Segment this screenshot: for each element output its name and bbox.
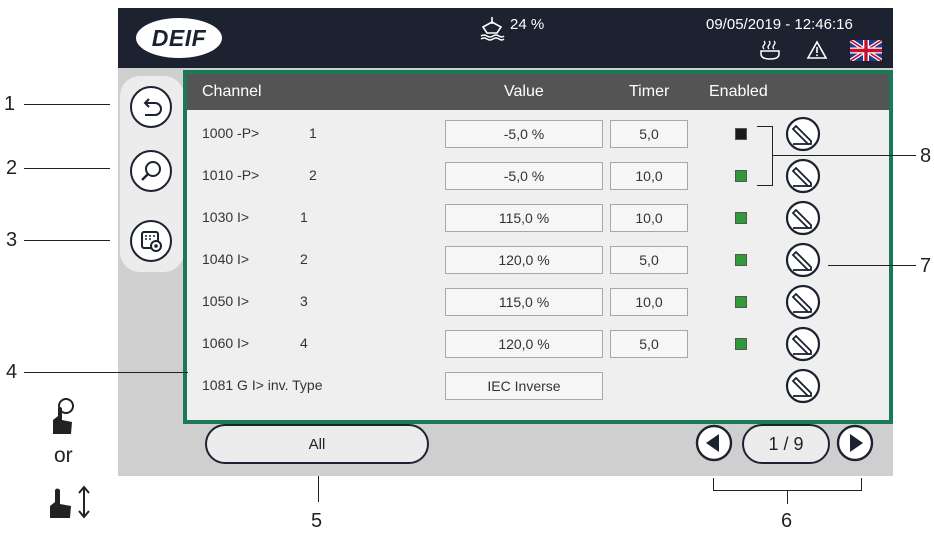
back-arrow-icon [143, 98, 162, 116]
table-row: 1000 -P> 1 -5,0 % 5,0 [187, 114, 889, 154]
channel-name: 1060 I> [202, 335, 250, 351]
edit-pencil-icon[interactable] [785, 116, 821, 152]
callout-line-4 [24, 372, 188, 373]
enabled-indicator-on [735, 338, 747, 350]
value-field[interactable]: IEC Inverse [445, 372, 603, 400]
callout-line-1 [24, 104, 110, 105]
callout-line-2 [24, 168, 110, 169]
channel-name: 1040 I> [202, 251, 250, 267]
timer-field[interactable]: 10,0 [610, 288, 688, 316]
callout-bracket-8-top [757, 126, 773, 127]
value-field[interactable]: 120,0 % [445, 330, 603, 358]
table-header: Channel Value Timer Enabled [187, 74, 889, 110]
channel-name: 1050 I> [202, 293, 250, 309]
page-indicator: 1 / 9 [742, 424, 830, 464]
value-field[interactable]: -5,0 % [445, 120, 603, 148]
callout-5: 5 [311, 510, 323, 532]
table-row: 1050 I> 3 115,0 % 10,0 [187, 282, 889, 322]
callout-2: 2 [6, 157, 18, 179]
value-field[interactable]: -5,0 % [445, 162, 603, 190]
channel-index: 3 [300, 293, 308, 309]
channel-index: 4 [300, 335, 308, 351]
channel-name: 1000 -P> [202, 125, 260, 141]
callout-bracket-8-bottom [757, 185, 773, 186]
uk-flag-icon[interactable] [850, 40, 882, 61]
callout-bracket-6-right [861, 478, 862, 490]
callout-line-5 [318, 476, 319, 502]
channel-name: 1081 G I> inv. Type [202, 377, 323, 393]
edit-pencil-icon[interactable] [785, 158, 821, 194]
value-field[interactable]: 120,0 % [445, 246, 603, 274]
settings-button[interactable] [130, 220, 172, 262]
callout-bracket-6-left [713, 478, 714, 490]
timer-field[interactable]: 10,0 [610, 204, 688, 232]
timer-field[interactable]: 10,0 [610, 162, 688, 190]
channel-name: 1030 I> [202, 209, 250, 225]
table-row: 1040 I> 2 120,0 % 5,0 [187, 240, 889, 280]
header-timer: Timer [629, 83, 670, 100]
table-row: 1030 I> 1 115,0 % 10,0 [187, 198, 889, 238]
enabled-indicator-off [735, 128, 747, 140]
table-row: 1010 -P> 2 -5,0 % 10,0 [187, 156, 889, 196]
edit-pencil-icon[interactable] [785, 242, 821, 278]
callout-bracket-8-side [772, 126, 773, 186]
table-row: 1060 I> 4 120,0 % 5,0 [187, 324, 889, 364]
settings-gear-icon [141, 231, 162, 252]
fuel-level-value: 24 % [510, 16, 545, 33]
heater-icon [760, 40, 780, 60]
table-row: 1081 G I> inv. Type IEC Inverse [187, 366, 889, 406]
channel-index: 1 [309, 125, 317, 141]
edit-pencil-icon[interactable] [785, 368, 821, 404]
header-value: Value [504, 83, 544, 100]
sidebar [120, 76, 184, 272]
enabled-indicator-on [735, 296, 747, 308]
magnifier-icon [141, 161, 161, 181]
timer-field[interactable]: 5,0 [610, 330, 688, 358]
callout-7: 7 [920, 255, 932, 277]
or-label: or [54, 444, 73, 467]
callout-line-3 [24, 240, 110, 241]
timer-field[interactable]: 5,0 [610, 246, 688, 274]
parameter-table: Channel Value Timer Enabled 1000 -P> 1 -… [183, 70, 893, 424]
timer-field[interactable]: 5,0 [610, 120, 688, 148]
top-status-bar: DEIF 24 % 09/05/2019 - 12:46:16 [118, 8, 893, 68]
prev-page-button[interactable] [695, 424, 733, 462]
callout-8: 8 [920, 145, 932, 167]
callout-6: 6 [781, 510, 793, 532]
search-button[interactable] [130, 150, 172, 192]
callout-line-6 [787, 490, 788, 504]
value-field[interactable]: 115,0 % [445, 204, 603, 232]
enabled-indicator-on [735, 212, 747, 224]
warning-icon [806, 40, 828, 59]
tap-gesture-icon [53, 398, 74, 434]
edit-pencil-icon[interactable] [785, 326, 821, 362]
deif-logo: DEIF [136, 18, 222, 58]
channel-index: 2 [309, 167, 317, 183]
channel-name: 1010 -P> [202, 167, 260, 183]
logo-text: DEIF [151, 24, 207, 51]
header-channel: Channel [202, 83, 262, 100]
channel-index: 2 [300, 251, 308, 267]
filter-all-button[interactable]: All [205, 424, 429, 464]
header-enabled: Enabled [709, 83, 768, 100]
edit-pencil-icon[interactable] [785, 284, 821, 320]
channel-index: 1 [300, 209, 308, 225]
enabled-indicator-on [735, 254, 747, 266]
back-button[interactable] [130, 86, 172, 128]
date-time: 09/05/2019 - 12:46:16 [706, 16, 853, 33]
enabled-indicator-on [735, 170, 747, 182]
edit-pencil-icon[interactable] [785, 200, 821, 236]
callout-line-7 [828, 265, 916, 266]
callout-3: 3 [6, 229, 18, 251]
callout-4: 4 [6, 361, 18, 383]
next-page-button[interactable] [836, 424, 874, 462]
fuel-level-icon [480, 17, 505, 41]
swipe-gesture-icon [50, 485, 90, 519]
callout-1: 1 [4, 93, 16, 115]
value-field[interactable]: 115,0 % [445, 288, 603, 316]
callout-line-8 [773, 155, 916, 156]
